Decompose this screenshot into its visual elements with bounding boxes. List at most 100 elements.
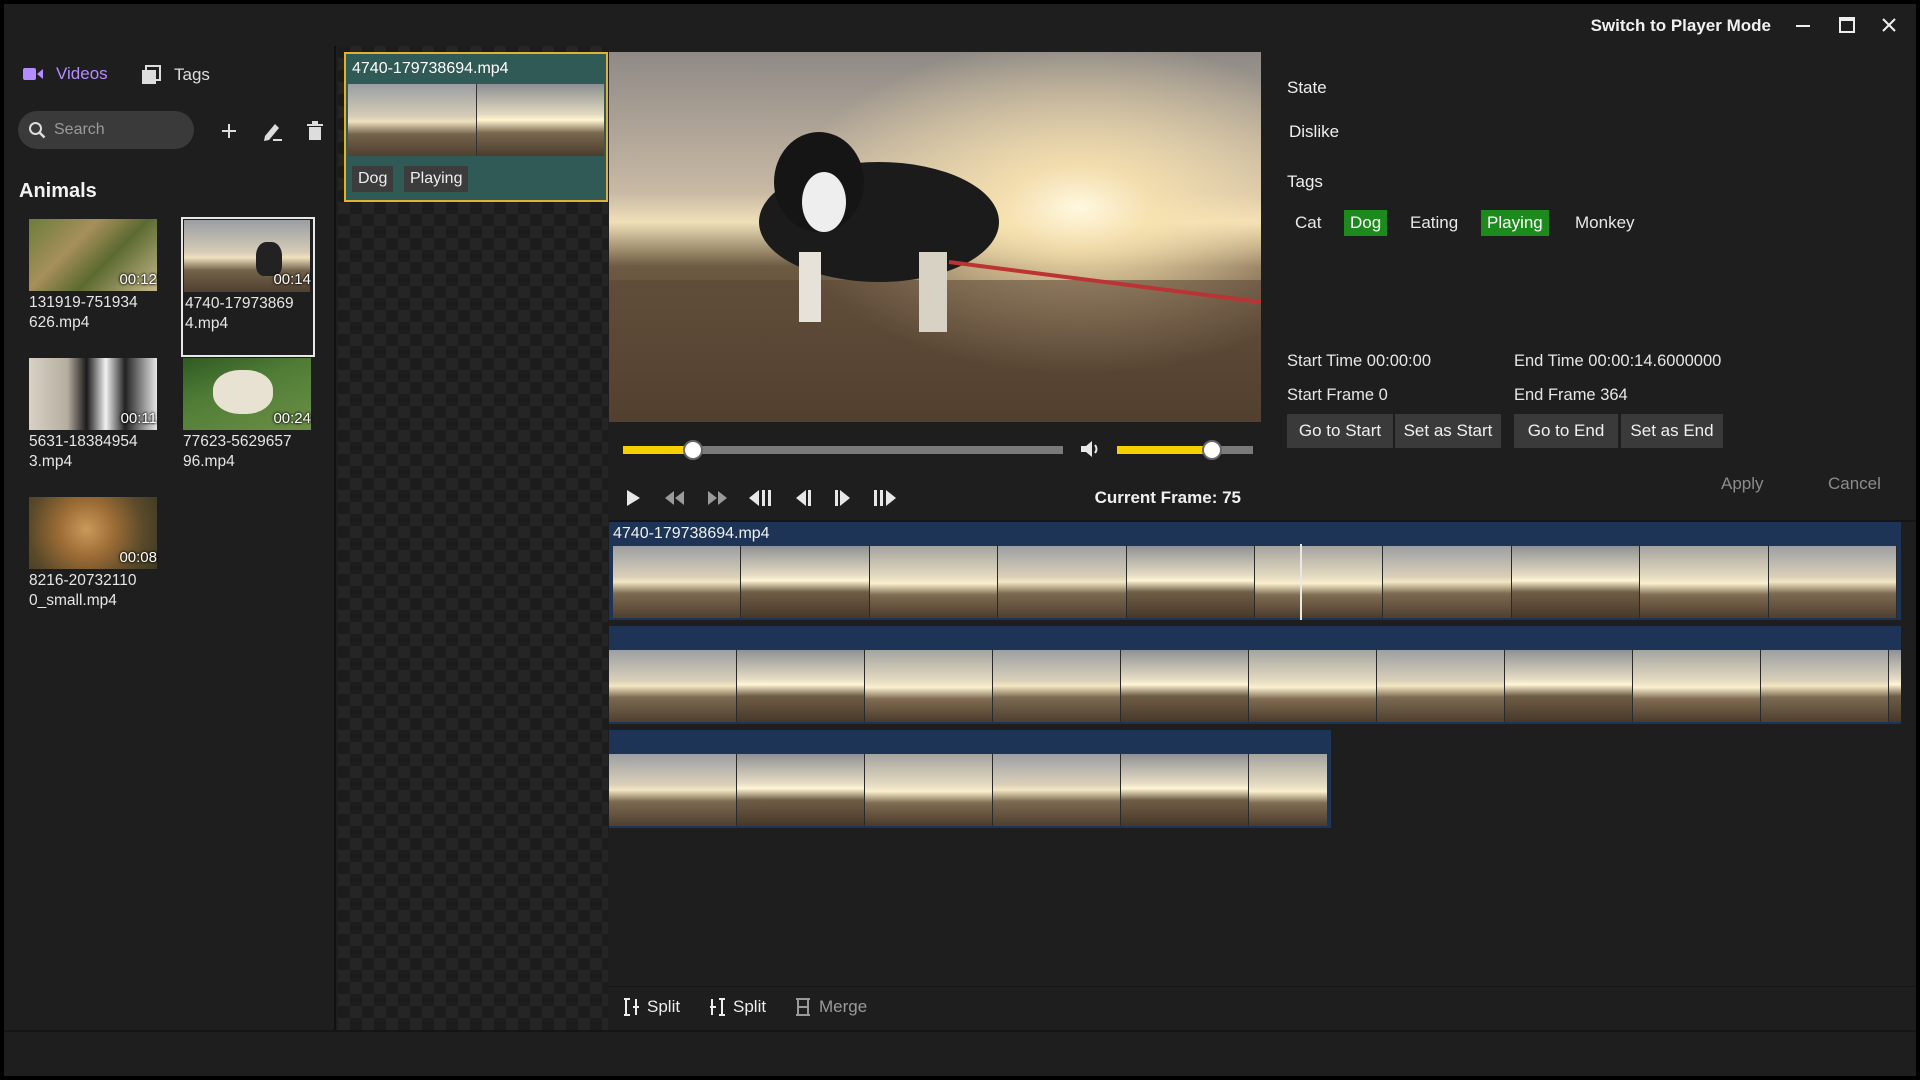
minimize-button[interactable] (1788, 12, 1818, 38)
video-thumbnail-selected[interactable]: 00:14 4740-17973869 4.mp4 (181, 217, 315, 357)
tags-stack-icon (140, 64, 162, 86)
timeline-segment[interactable]: 4740-179738694.mp4 (609, 522, 1901, 620)
trash-icon (307, 121, 323, 140)
video-duration: 00:12 (119, 271, 157, 288)
skip-back-icon (749, 490, 771, 506)
volume-track[interactable] (1117, 446, 1253, 454)
fast-forward-button[interactable] (703, 486, 731, 510)
minimize-icon (1796, 25, 1810, 27)
split-button-label: Split (733, 997, 767, 1016)
split-at-playhead-button[interactable]: Split (709, 997, 766, 1017)
split-icon (624, 998, 639, 1016)
title-bar: Switch to Player Mode (4, 4, 1916, 46)
video-thumbnail[interactable]: 00:24 77623-5629657 96.mp4 (183, 358, 313, 472)
tag-chip-playing[interactable]: Playing (1481, 210, 1549, 236)
video-preview[interactable] (609, 52, 1261, 422)
split-icon (710, 998, 725, 1016)
timeline-segment[interactable] (609, 730, 1331, 828)
seek-handle[interactable] (683, 440, 704, 460)
video-name-line: 0_small.mp4 (29, 592, 117, 609)
add-button[interactable] (216, 118, 242, 144)
previous-frame-button[interactable] (789, 486, 817, 510)
video-duration: 00:11 (120, 410, 157, 427)
tab-tags[interactable]: Tags (140, 64, 210, 86)
switch-to-player-mode-button[interactable]: Switch to Player Mode (1591, 16, 1771, 36)
tag-chip-dog[interactable]: Dog (1344, 210, 1388, 236)
status-bar (4, 1030, 1916, 1076)
video-thumbnail[interactable]: 00:11 5631-18384954 3.mp4 (29, 358, 159, 472)
next-frame-button[interactable] (829, 486, 857, 510)
video-duration: 00:24 (273, 410, 311, 427)
clip-card[interactable]: 4740-179738694.mp4 Dog Playing (344, 52, 608, 202)
close-button[interactable] (1874, 12, 1904, 38)
cancel-button[interactable]: Cancel (1828, 474, 1881, 494)
filmstrip-frame (1126, 546, 1255, 618)
rewind-button[interactable] (661, 486, 689, 510)
start-frame: Start Frame 0 (1287, 386, 1388, 404)
filmstrip-frame (1889, 650, 1901, 722)
filmstrip-frame (609, 650, 737, 722)
merge-icon (796, 998, 810, 1016)
filmstrip-frame (1761, 650, 1889, 722)
end-frame: End Frame 364 (1514, 386, 1628, 404)
jump-to-end-button[interactable] (871, 486, 899, 510)
edit-button[interactable] (259, 118, 285, 144)
tag-chip-cat[interactable]: Cat (1289, 210, 1327, 236)
filmstrip-frame (741, 546, 870, 618)
filmstrip-frame (865, 754, 993, 826)
current-frame-readout: Current Frame: 75 (1094, 488, 1241, 507)
delete-button[interactable] (302, 118, 328, 144)
video-name: 77623-5629657 96.mp4 (183, 432, 311, 472)
timeline: 4740-179738694.mp4 (609, 520, 1916, 986)
filmstrip-frame (865, 650, 993, 722)
video-duration: 00:08 (119, 549, 157, 566)
search-box[interactable] (18, 111, 194, 149)
go-to-start-button[interactable]: Go to Start (1287, 414, 1393, 448)
jump-to-start-button[interactable] (747, 486, 775, 510)
set-as-end-button[interactable]: Set as End (1621, 414, 1723, 448)
play-icon (627, 490, 640, 506)
video-thumbnail[interactable]: 00:08 8216-20732110 0_small.mp4 (29, 497, 159, 611)
playhead[interactable] (1300, 544, 1302, 620)
merge-button[interactable]: Merge (795, 997, 867, 1017)
properties-panel: State Dislike Tags Cat Dog Eating Playin… (1263, 46, 1916, 520)
split-button-label: Split (647, 997, 681, 1016)
plus-icon (222, 124, 236, 138)
clip-title: 4740-179738694.mp4 (352, 60, 509, 77)
video-name-line: 131919-751934 (29, 294, 138, 311)
tab-videos[interactable]: Videos (22, 64, 108, 84)
tab-videos-label: Videos (56, 64, 108, 83)
clip-frame (348, 84, 477, 156)
play-button[interactable] (619, 486, 647, 510)
search-icon (29, 122, 46, 139)
maximize-icon (1839, 17, 1855, 33)
filmstrip-frame (609, 754, 737, 826)
filmstrip-frame (1383, 546, 1512, 618)
video-name-line: 96.mp4 (183, 453, 235, 470)
volume-icon[interactable] (1079, 438, 1101, 465)
apply-button[interactable]: Apply (1721, 474, 1764, 494)
volume-fill (1117, 446, 1213, 454)
filmstrip-frame (1249, 754, 1327, 826)
maximize-button[interactable] (1832, 12, 1862, 38)
video-thumbnail[interactable]: 00:12 131919-751934 626.mp4 (29, 219, 159, 333)
set-as-start-button[interactable]: Set as Start (1395, 414, 1501, 448)
filmstrip-frame (993, 650, 1121, 722)
go-to-end-button[interactable]: Go to End (1514, 414, 1618, 448)
volume-handle[interactable] (1202, 440, 1223, 460)
tag-chip-monkey[interactable]: Monkey (1569, 210, 1641, 236)
filmstrip-frame (1768, 546, 1897, 618)
filmstrip-frame (1249, 650, 1377, 722)
preview-frame (609, 52, 1261, 422)
split-button[interactable]: Split (623, 997, 680, 1017)
filmstrip-frame (1633, 650, 1761, 722)
tag-chip-eating[interactable]: Eating (1404, 210, 1464, 236)
skip-forward-icon (874, 490, 896, 506)
timeline-segment[interactable] (609, 626, 1901, 724)
app-window: Switch to Player Mode Videos Tags Search… (4, 4, 1916, 1076)
end-time: End Time 00:00:14.6000000 (1514, 352, 1722, 370)
tab-tags-label: Tags (174, 65, 210, 84)
search-input[interactable] (54, 121, 184, 139)
video-name: 4740-17973869 4.mp4 (185, 294, 313, 334)
state-value[interactable]: Dislike (1289, 122, 1339, 142)
